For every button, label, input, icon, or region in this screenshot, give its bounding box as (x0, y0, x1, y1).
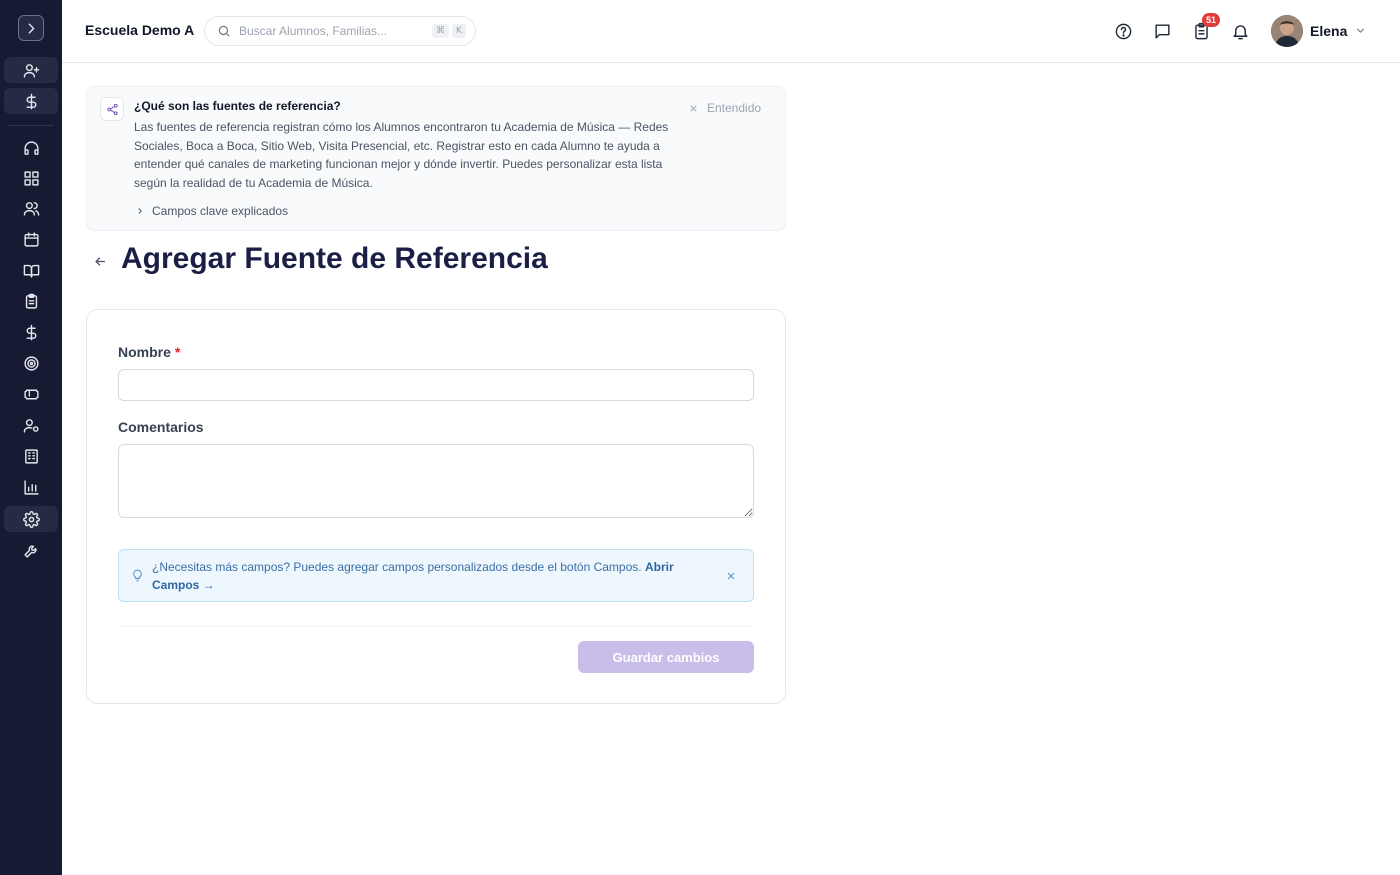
user-cog-icon (23, 418, 39, 433)
chevron-right-icon (138, 208, 142, 214)
sidebar-item-attendance[interactable] (4, 288, 58, 314)
avatar-photo (1271, 15, 1303, 47)
sidebar-item-reports[interactable] (4, 474, 58, 500)
dismiss-button[interactable]: Entendido (688, 101, 761, 115)
grid-icon (23, 170, 39, 186)
school-name[interactable]: Escuela Demo A (85, 22, 194, 38)
sidebar (0, 0, 62, 875)
clipboard-icon (25, 293, 37, 309)
sidebar-item-add-student[interactable] (4, 57, 58, 83)
search-box[interactable]: ⌘ K (204, 16, 476, 46)
tip-text-container: ¿Necesitas más campos? Puedes agregar ca… (152, 559, 712, 594)
topbar: Escuela Demo A ⌘ K 51 Elena (62, 0, 1400, 63)
required-marker: * (174, 344, 181, 360)
custom-fields-tip: ¿Necesitas más campos? Puedes agregar ca… (118, 549, 754, 602)
target-icon (23, 355, 39, 371)
sidebar-item-dashboard[interactable] (4, 165, 58, 191)
sidebar-item-locations[interactable] (4, 443, 58, 469)
referral-source-form: Nombre * Comentarios ¿Necesitas más campo… (86, 309, 786, 704)
sidebar-item-tools[interactable] (4, 537, 58, 563)
name-input[interactable] (118, 369, 754, 401)
sidebar-toggle-button[interactable] (18, 15, 44, 41)
sidebar-item-payment[interactable] (4, 88, 58, 114)
chevron-down-icon (1356, 28, 1365, 33)
sidebar-item-billing[interactable] (4, 319, 58, 345)
sidebar-item-events[interactable] (4, 381, 58, 407)
page-title: Agregar Fuente de Referencia (121, 242, 548, 275)
dollar-icon (26, 93, 36, 109)
sidebar-item-staff[interactable] (4, 412, 58, 438)
message-square-icon (1154, 23, 1170, 39)
dismiss-label: Entendido (707, 101, 762, 115)
ticket-icon (23, 389, 39, 399)
wrench-icon (23, 544, 37, 558)
info-title: ¿Qué son las fuentes de referencia? (134, 99, 341, 113)
tasks-button[interactable]: 51 (1190, 13, 1221, 42)
user-name[interactable]: Elena (1310, 23, 1347, 39)
comments-textarea[interactable] (118, 444, 754, 518)
headset-icon (23, 140, 39, 155)
shortcut-key-k: K (452, 24, 466, 38)
notifications-button[interactable] (1229, 20, 1251, 42)
settings-icon (22, 510, 40, 528)
book-open-icon (23, 264, 39, 278)
avatar[interactable] (1271, 15, 1303, 47)
sidebar-item-courses[interactable] (4, 257, 58, 283)
key-fields-toggle[interactable]: Campos clave explicados (135, 204, 288, 218)
arrow-left-icon (94, 256, 105, 266)
tasks-count-badge: 51 (1202, 13, 1221, 27)
shortcut-key-cmd: ⌘ (432, 24, 449, 38)
comments-label: Comentarios (118, 419, 204, 435)
help-button[interactable] (1112, 20, 1134, 42)
user-plus-icon (23, 63, 39, 78)
share-icon (100, 97, 124, 121)
building-icon (24, 448, 38, 464)
sidebar-divider (8, 125, 54, 126)
info-panel: ¿Qué son las fuentes de referencia? Las … (86, 86, 786, 231)
name-label: Nombre * (118, 344, 180, 360)
sidebar-item-settings[interactable] (4, 506, 58, 532)
save-button[interactable]: Guardar cambios (578, 641, 754, 673)
help-circle-icon (1115, 23, 1131, 39)
form-divider (118, 626, 754, 627)
user-menu-toggle[interactable] (1354, 24, 1367, 42)
sidebar-item-goals[interactable] (4, 350, 58, 376)
info-body: Las fuentes de referencia registran cómo… (134, 120, 669, 190)
close-icon (727, 572, 735, 580)
close-icon (690, 104, 697, 112)
tip-text: ¿Necesitas más campos? Puedes agregar ca… (152, 560, 642, 574)
sidebar-item-students[interactable] (4, 195, 58, 221)
tip-close-button[interactable] (723, 568, 739, 584)
back-button[interactable] (90, 251, 110, 271)
search-input[interactable] (239, 24, 429, 38)
calendar-icon (23, 231, 39, 247)
name-label-text: Nombre (118, 344, 171, 360)
sidebar-item-calendar[interactable] (4, 226, 58, 252)
chevron-right-icon (28, 23, 34, 33)
users-icon (23, 201, 39, 216)
bar-chart-icon (23, 479, 39, 495)
messages-button[interactable] (1151, 20, 1173, 42)
lightbulb-icon (131, 569, 144, 587)
bell-icon (1232, 24, 1248, 39)
dollar-icon (26, 324, 36, 340)
search-icon (218, 25, 230, 37)
sidebar-item-support[interactable] (4, 135, 58, 161)
key-fields-label: Campos clave explicados (152, 204, 289, 218)
